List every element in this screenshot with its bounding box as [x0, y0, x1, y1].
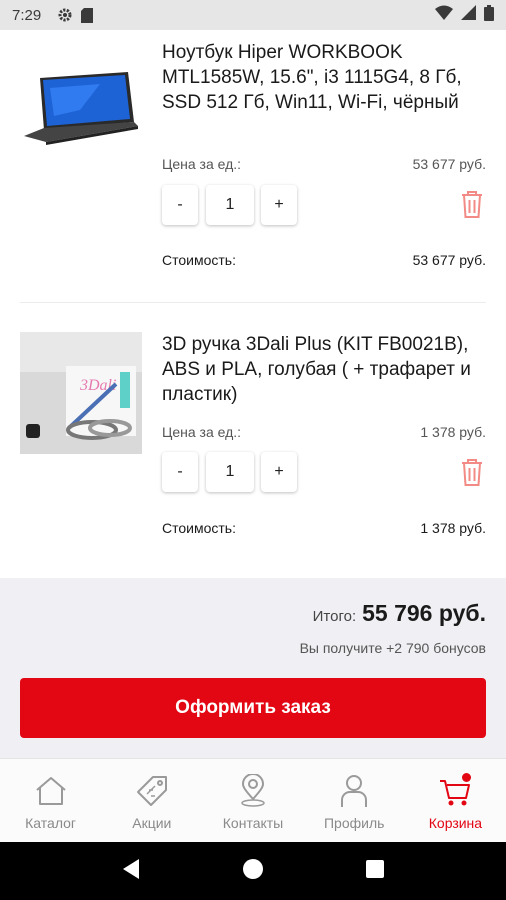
- cost-label: Стоимость:: [162, 520, 236, 536]
- quantity-decrease-button[interactable]: -: [162, 452, 198, 492]
- total-value: 55 796 руб.: [362, 600, 486, 626]
- system-navigation-bar: [0, 842, 506, 900]
- status-bar: 7:29: [0, 0, 506, 30]
- cart-icon: [437, 773, 473, 809]
- bottom-navigation: Каталог Акции Контакты Профиль Корзина: [0, 758, 506, 842]
- nav-label: Профиль: [323, 815, 385, 831]
- cart-item-laptop: Ноутбук Hiper WORKBOOK MTL1585W, 15.6", …: [0, 30, 506, 302]
- product-name[interactable]: 3D ручка 3Dali Plus (KIT FB0021B), ABS и…: [162, 332, 492, 407]
- laptop-image[interactable]: [20, 40, 142, 162]
- cost-value: 53 677 руб.: [412, 252, 486, 268]
- sd-card-icon: [81, 7, 94, 23]
- nav-item-promotions[interactable]: Акции: [101, 759, 202, 842]
- back-icon[interactable]: [121, 858, 141, 885]
- 3d-pen-image[interactable]: 3Dali: [20, 332, 142, 454]
- trash-icon[interactable]: [460, 190, 484, 218]
- quantity-value[interactable]: 1: [206, 452, 254, 492]
- total-label: Итого:: [312, 608, 357, 625]
- nav-item-catalog[interactable]: Каталог: [0, 759, 101, 842]
- unit-price-label: Цена за ед.:: [162, 424, 242, 440]
- nav-item-cart[interactable]: Корзина: [405, 759, 506, 842]
- home-button-icon[interactable]: [242, 858, 264, 885]
- quantity-value[interactable]: 1: [206, 185, 254, 225]
- nav-label: Каталог: [25, 815, 77, 831]
- signal-icon: [461, 5, 476, 25]
- order-summary: Итого: 55 796 руб. Вы получите +2 790 бо…: [0, 578, 506, 758]
- map-pin-icon: [235, 773, 271, 809]
- recents-icon[interactable]: [365, 859, 385, 884]
- wifi-icon: [435, 5, 453, 25]
- quantity-increase-button[interactable]: +: [261, 452, 297, 492]
- cart-item-3d-pen: 3Dali 3D ручка 3Dali Plus (KIT FB0021B),…: [0, 302, 506, 578]
- unit-price-value: 53 677 руб.: [412, 156, 486, 172]
- bonus-text: Вы получите +2 790 бонусов: [299, 640, 486, 656]
- nav-item-contacts[interactable]: Контакты: [202, 759, 303, 842]
- tag-icon: [134, 773, 170, 809]
- unit-price-value: 1 378 руб.: [420, 424, 486, 440]
- unit-price-label: Цена за ед.:: [162, 156, 242, 172]
- trash-icon[interactable]: [460, 458, 484, 486]
- nav-label: Корзина: [428, 815, 483, 831]
- settings-icon: [57, 7, 73, 23]
- cost-label: Стоимость:: [162, 252, 236, 268]
- battery-icon: [484, 4, 494, 26]
- nav-label: Акции: [132, 815, 172, 831]
- user-icon: [336, 773, 372, 809]
- product-name[interactable]: Ноутбук Hiper WORKBOOK MTL1585W, 15.6", …: [162, 40, 492, 115]
- nav-item-profile[interactable]: Профиль: [304, 759, 405, 842]
- total-line: Итого: 55 796 руб.: [313, 600, 486, 627]
- status-time: 7:29: [12, 6, 42, 24]
- quantity-increase-button[interactable]: +: [261, 185, 297, 225]
- nav-label: Контакты: [222, 815, 284, 831]
- checkout-button[interactable]: Оформить заказ: [20, 678, 486, 738]
- cart-content[interactable]: Ноутбук Hiper WORKBOOK MTL1585W, 15.6", …: [0, 30, 506, 758]
- cost-value: 1 378 руб.: [420, 520, 486, 536]
- quantity-decrease-button[interactable]: -: [162, 185, 198, 225]
- home-icon: [33, 773, 69, 809]
